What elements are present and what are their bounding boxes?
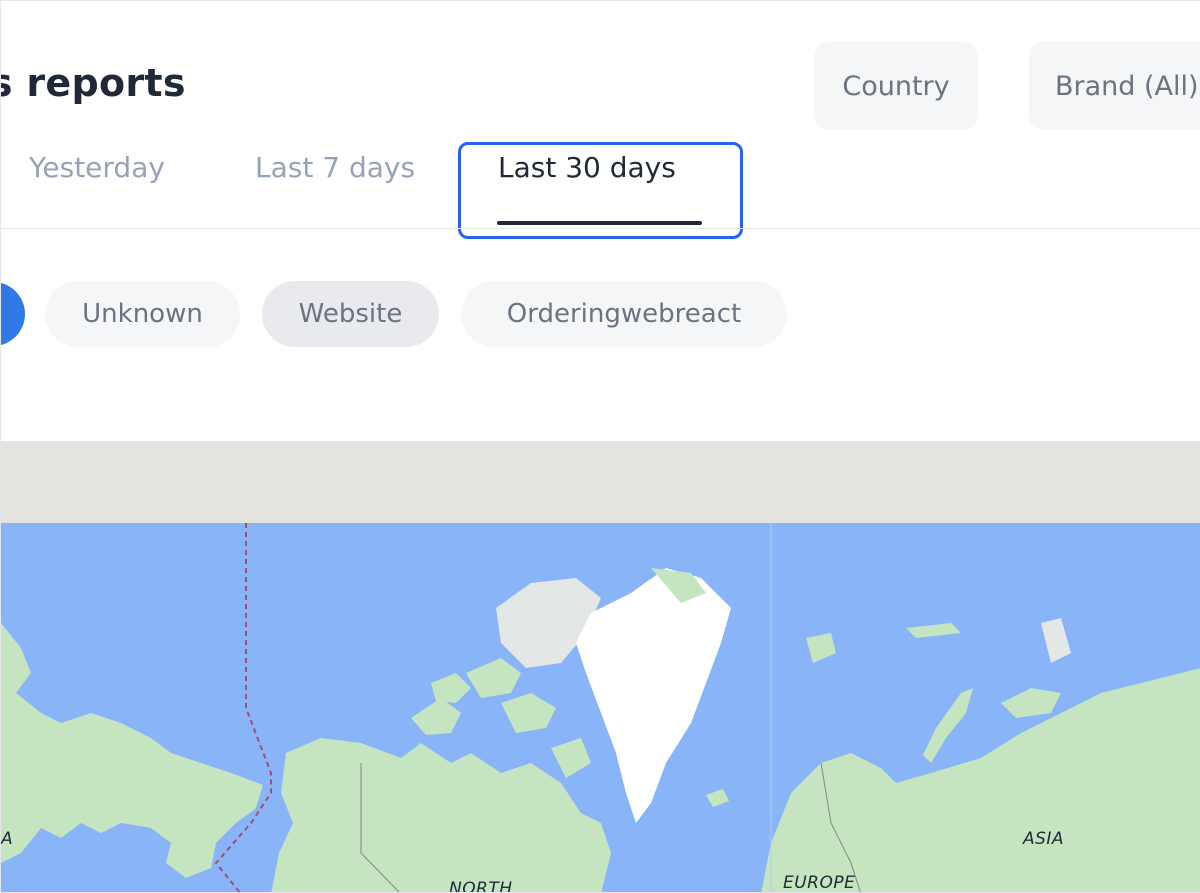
brand-filter-button[interactable]: Brand (All) xyxy=(1029,42,1200,130)
map-label-a: A xyxy=(1,829,14,849)
country-filter-button[interactable]: Country xyxy=(814,42,978,130)
brand-filter-label: Brand (All) xyxy=(1055,70,1199,102)
reports-panel: ss reports Country Brand (All) Yesterday… xyxy=(0,0,1200,893)
tab-yesterday[interactable]: Yesterday xyxy=(29,151,165,184)
tabs-divider xyxy=(1,228,1200,229)
filter-chip-unknown[interactable]: Unknown xyxy=(45,281,240,347)
map-label-north: NORTH xyxy=(449,879,513,893)
filter-chip-label: Orderingwebreact xyxy=(506,299,742,329)
country-filter-label: Country xyxy=(842,70,950,102)
world-map[interactable] xyxy=(1,523,1200,892)
filter-chip-website[interactable]: Website xyxy=(262,281,439,347)
filter-chip-label: Website xyxy=(298,299,403,329)
page-title: ss reports xyxy=(1,61,186,105)
filter-chip-orderingwebreact[interactable]: Orderingwebreact xyxy=(461,281,787,347)
map-label-europe: EUROPE xyxy=(783,873,856,893)
filter-chip-label: Unknown xyxy=(82,299,203,329)
tab-last-7-days[interactable]: Last 7 days xyxy=(255,151,415,184)
filter-chip-all[interactable] xyxy=(1,282,25,346)
focus-highlight xyxy=(458,142,743,239)
map-label-asia: ASIA xyxy=(1023,829,1065,849)
map-top-strip xyxy=(1,441,1200,523)
